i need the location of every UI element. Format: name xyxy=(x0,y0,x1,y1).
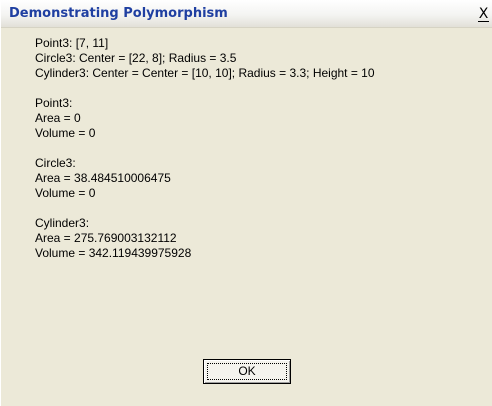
message-line: Circle3: xyxy=(35,156,76,170)
title-bar[interactable]: Demonstrating Polymorphism X xyxy=(1,0,492,28)
message-line-blank xyxy=(35,141,375,156)
message-line-blank xyxy=(35,201,375,216)
message-line: Circle3: Center = [22, 8]; Radius = 3.5 xyxy=(35,51,237,65)
close-button[interactable]: X xyxy=(474,5,492,23)
ok-button[interactable]: OK xyxy=(203,359,291,384)
message-line: Cylinder3: xyxy=(35,216,90,230)
message-line: Area = 275.769003132112 xyxy=(35,231,177,245)
message-line: Point3: [7, 11] xyxy=(35,36,109,50)
message-line: Point3: xyxy=(35,96,73,110)
message-line: Volume = 0 xyxy=(35,126,96,140)
message-line: Volume = 342.119439975928 xyxy=(35,246,192,260)
message-line: Area = 0 xyxy=(35,111,81,125)
message-line: Area = 38.484510006475 xyxy=(35,171,171,185)
message-box-window: Demonstrating Polymorphism X Point3: [7,… xyxy=(0,0,492,406)
message-line: Cylinder3: Center = Center = [10, 10]; R… xyxy=(35,66,375,80)
message-line: Volume = 0 xyxy=(35,186,96,200)
message-line-blank xyxy=(35,81,375,96)
window-title: Demonstrating Polymorphism xyxy=(9,6,228,21)
message-text: Point3: [7, 11] Circle3: Center = [22, 8… xyxy=(35,36,375,261)
